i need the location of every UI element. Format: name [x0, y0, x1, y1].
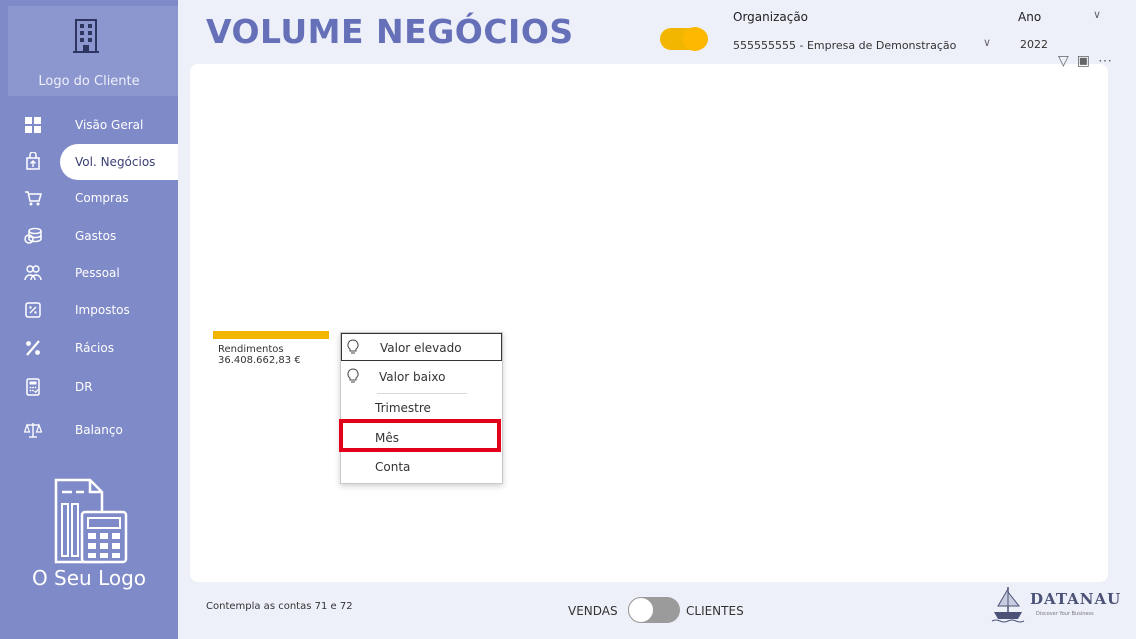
- focus-mode-icon[interactable]: ▣: [1077, 52, 1090, 68]
- menu-item-label: Valor baixo: [379, 370, 446, 384]
- sidebar-item-balanco[interactable]: Balanço: [0, 413, 178, 447]
- brand-name: DATANAU: [1030, 590, 1122, 608]
- sidebar-item-gastos[interactable]: Gastos: [0, 219, 178, 253]
- sidebar-item-vol-negocios[interactable]: Vol. Negócios: [0, 144, 178, 180]
- sidebar-item-label: Rácios: [75, 341, 114, 355]
- menu-item-trimestre[interactable]: Trimestre: [341, 394, 502, 422]
- sidebar-item-racios[interactable]: Rácios: [0, 331, 178, 365]
- vendas-clientes-toggle[interactable]: [628, 597, 680, 623]
- client-logo-text: Logo do Cliente: [38, 74, 140, 89]
- calculator-icon: [26, 378, 40, 396]
- chevron-down-icon[interactable]: ∨: [1093, 8, 1101, 21]
- page-title: VOLUME NEGÓCIOS: [206, 12, 574, 51]
- menu-item-label: Conta: [375, 460, 411, 474]
- ship-logo-icon: [991, 587, 1025, 623]
- decomposition-bar[interactable]: [213, 331, 329, 339]
- bar-label: Rendimentos 36.408.662,83 €: [218, 344, 301, 366]
- chevron-down-icon[interactable]: ∨: [983, 36, 991, 49]
- vendas-label: VENDAS: [568, 604, 618, 618]
- sidebar-item-impostos[interactable]: Impostos: [0, 293, 178, 327]
- grid-icon: [25, 117, 41, 133]
- chart-panel: [190, 64, 1108, 582]
- bag-up-icon: [26, 152, 40, 170]
- sidebar-item-label: Vol. Negócios: [75, 155, 156, 169]
- more-options-icon[interactable]: ⋯: [1098, 52, 1112, 68]
- sidebar-item-label: Gastos: [75, 229, 117, 243]
- clientes-label: CLIENTES: [686, 604, 744, 618]
- sidebar-item-pessoal[interactable]: Pessoal: [0, 256, 178, 290]
- sidebar-item-visao-geral[interactable]: Visão Geral: [0, 108, 178, 142]
- menu-item-conta[interactable]: Conta: [341, 453, 502, 481]
- sidebar-item-dr[interactable]: DR: [0, 370, 178, 404]
- lightbulb-icon: [347, 339, 359, 354]
- people-icon: [24, 265, 42, 281]
- sidebar-item-label: DR: [75, 380, 93, 394]
- visual-header-icons: ▽ ▣ ⋯: [1058, 52, 1120, 69]
- brand-tagline: Discover Your Business: [1036, 611, 1094, 617]
- bar-value: 36.408.662,83 €: [218, 355, 301, 366]
- scale-icon: [24, 423, 42, 438]
- ano-label: Ano: [1018, 10, 1042, 24]
- sidebar-item-compras[interactable]: Compras: [0, 181, 178, 215]
- cart-icon: [25, 191, 42, 206]
- toggle-knob: [628, 597, 654, 623]
- coins-icon: [24, 227, 42, 244]
- menu-item-label: Mês: [375, 431, 399, 445]
- accounts-note: Contempla as contas 71 e 72: [206, 601, 353, 612]
- menu-item-valor-baixo[interactable]: Valor baixo: [341, 363, 502, 391]
- sidebar-item-label: Compras: [75, 191, 129, 205]
- ano-dropdown[interactable]: 2022: [1020, 38, 1048, 48]
- menu-item-label: Trimestre: [375, 401, 431, 415]
- percent-icon: [26, 340, 40, 356]
- toggle-knob: [683, 27, 707, 51]
- sidebar-item-label: Balanço: [75, 423, 123, 437]
- organizacao-dropdown[interactable]: 555555555 - Empresa de Demonstração: [733, 39, 956, 52]
- organizacao-label: Organização: [733, 10, 809, 24]
- bar-category: Rendimentos: [218, 344, 284, 355]
- sidebar-item-label: Visão Geral: [75, 118, 144, 132]
- context-menu: Valor elevado Valor baixo Trimestre Mês …: [340, 332, 503, 484]
- sidebar-item-label: Impostos: [75, 303, 130, 317]
- sidebar: Logo do Cliente Visão Geral Vol. Negócio…: [0, 0, 178, 639]
- sidebar-item-label: Pessoal: [75, 266, 120, 280]
- bookmark-toggle[interactable]: [660, 27, 708, 51]
- building-icon: [73, 19, 99, 53]
- your-logo-text: O Seu Logo: [31, 566, 147, 590]
- menu-item-label: Valor elevado: [380, 341, 462, 355]
- filter-icon[interactable]: ▽: [1058, 52, 1069, 68]
- lightbulb-icon: [347, 368, 359, 383]
- menu-item-valor-elevado[interactable]: Valor elevado: [341, 333, 502, 361]
- tax-icon: [25, 302, 41, 318]
- menu-item-mes[interactable]: Mês: [341, 424, 502, 452]
- document-calculator-icon: [54, 478, 128, 564]
